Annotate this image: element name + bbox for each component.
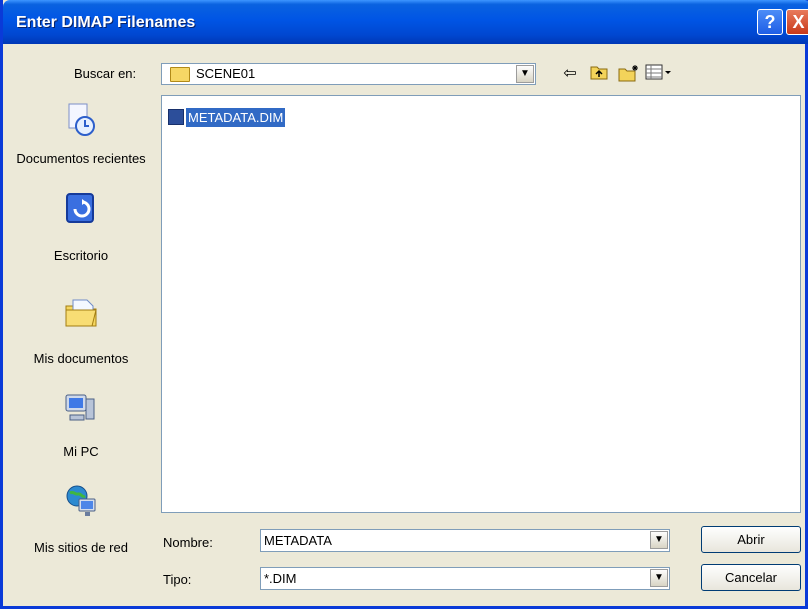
recent-documents-icon: [68, 103, 95, 136]
desktop-icon: [66, 193, 94, 223]
back-arrow-icon[interactable]: ⇦: [559, 64, 581, 84]
close-button[interactable]: X: [786, 9, 808, 35]
chevron-down-icon[interactable]: ▼: [650, 531, 668, 549]
filetype-select[interactable]: *.DIM ▼: [260, 567, 670, 590]
filetype-value: *.DIM: [264, 571, 297, 586]
title-bar[interactable]: Enter DIMAP Filenames ? X: [3, 0, 808, 44]
network-places-icon: [66, 485, 96, 516]
file-list[interactable]: METADATA.DIM: [161, 95, 801, 513]
my-computer-icon: [65, 394, 95, 421]
file-dialog-window: Enter DIMAP Filenames ? X Buscar en: SCE…: [0, 0, 808, 609]
cancel-button[interactable]: Cancelar: [701, 564, 801, 591]
place-label: Mis documentos: [33, 351, 129, 366]
filename-label: Nombre:: [163, 535, 213, 550]
filename-field[interactable]: METADATA ▼: [260, 529, 670, 552]
chevron-down-icon[interactable]: ▼: [516, 65, 534, 83]
filetype-label: Tipo:: [163, 572, 192, 587]
views-menu-icon[interactable]: [645, 64, 673, 84]
look-in-value: SCENE01: [196, 66, 256, 81]
look-in-label: Buscar en:: [74, 66, 137, 81]
file-icon: [168, 109, 184, 125]
filename-value: METADATA: [264, 533, 332, 548]
window-title: Enter DIMAP Filenames: [16, 14, 196, 31]
my-documents-icon: [65, 299, 97, 327]
place-label: Mi PC: [63, 444, 99, 459]
place-label: Mis sitios de red: [34, 540, 128, 555]
place-label: Escritorio: [53, 248, 109, 263]
help-button[interactable]: ?: [757, 9, 783, 35]
new-folder-icon[interactable]: [618, 64, 640, 84]
look-in-dropdown[interactable]: SCENE01 ▼: [161, 63, 536, 85]
folder-icon: [170, 67, 190, 82]
up-folder-icon[interactable]: [588, 64, 610, 84]
chevron-down-icon[interactable]: ▼: [650, 569, 668, 587]
open-button[interactable]: Abrir: [701, 526, 801, 553]
place-label: Documentos recientes: [16, 151, 146, 166]
file-name: METADATA.DIM: [186, 108, 286, 127]
